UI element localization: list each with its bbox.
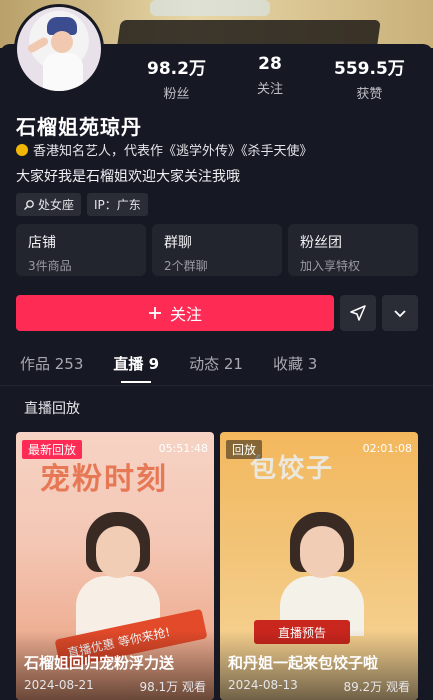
thumbnail-headline: 宠粉时刻 [40,462,168,497]
thumbnail-headline: 包饺子 [250,454,335,484]
card-group-chat[interactable]: 群聊 2个群聊 [152,224,282,276]
profile-name: 石榴姐苑琼丹 [16,115,142,139]
card-fan-club[interactable]: 粉丝团 加入享特权 [288,224,418,276]
profile-tags: 处女座 IP：广东 [16,193,148,216]
stat-label: 关注 [257,82,284,97]
section-title: 直播回放 [24,401,80,417]
verification-text: 香港知名艺人，代表作《逃学外传》《杀手天使》 [33,144,313,159]
content-tabs: 作品 253 直播 9 动态 21 收藏 3 [0,352,433,386]
card-title: 群聊 [164,235,192,251]
follow-label: 关注 [169,305,202,324]
card-title: 粉丝团 [300,235,342,251]
tab-moments[interactable]: 动态 21 [189,352,243,386]
video-card[interactable]: 包饺子 直播预告 回放 02:01:08 和丹姐一起来包饺子啦 2024-08-… [220,432,418,700]
thumbnail-person [276,512,368,636]
card-subtitle: 3件商品 [28,259,72,273]
tag-label: IP：广东 [94,198,141,212]
video-title: 和丹姐一起来包饺子啦 [228,654,379,672]
chevron-down-icon [394,310,406,318]
stat-label: 粉丝 [163,87,190,102]
video-date: 2024-08-21 [24,678,94,692]
stat-fans[interactable]: 98.2万 粉丝 [147,54,206,102]
stat-number: 98.2万 [147,59,206,79]
stat-number: 559.5万 [334,59,405,79]
profile-bio: 大家好我是石榴姐欢迎大家关注我哦 [16,169,240,185]
more-button[interactable] [382,295,418,331]
plus-icon [148,307,161,319]
verified-badge-icon [16,143,28,156]
video-date: 2024-08-13 [228,678,298,692]
stat-likes[interactable]: 559.5万 获赞 [334,54,405,102]
video-views: 98.1万 观看 [139,680,206,694]
follow-button[interactable]: 关注 [16,295,334,331]
tab-works[interactable]: 作品 253 [20,352,83,386]
video-card[interactable]: 宠粉时刻 直播优惠 等你来抢! 最新回放 05:51:48 石榴姐回归宠粉浮力送… [16,432,214,700]
card-shop[interactable]: 店铺 3件商品 [16,224,146,276]
share-button[interactable] [340,295,376,331]
video-views: 89.2万 观看 [343,680,410,694]
replay-badge: 回放 [226,440,263,459]
card-subtitle: 2个群聊 [164,259,208,273]
verification-row: 香港知名艺人，代表作《逃学外传》《杀手天使》 [16,140,313,159]
video-duration: 05:51:48 [158,442,208,455]
tab-live[interactable]: 直播 9 [113,352,159,386]
card-subtitle: 加入享特权 [300,259,361,273]
avatar[interactable] [14,4,104,94]
tag-label: 处女座 [38,198,75,212]
video-title: 石榴姐回归宠粉浮力送 [24,654,175,672]
thumbnail-person [72,512,164,636]
banner-decoration [150,0,270,16]
tag-ip: IP：广东 [87,193,148,216]
replay-badge: 最新回放 [22,440,83,459]
video-duration: 02:01:08 [362,442,412,455]
send-icon [350,305,366,321]
tab-favorites[interactable]: 收藏 3 [273,352,317,386]
stat-following[interactable]: 28 关注 [257,54,283,97]
stat-number: 28 [258,54,282,74]
feature-cards: 店铺 3件商品 群聊 2个群聊 粉丝团 加入享特权 [16,224,418,276]
stat-label: 获赞 [356,87,383,102]
card-title: 店铺 [28,235,56,251]
search-icon [24,199,34,210]
tag-zodiac: 处女座 [16,193,82,216]
